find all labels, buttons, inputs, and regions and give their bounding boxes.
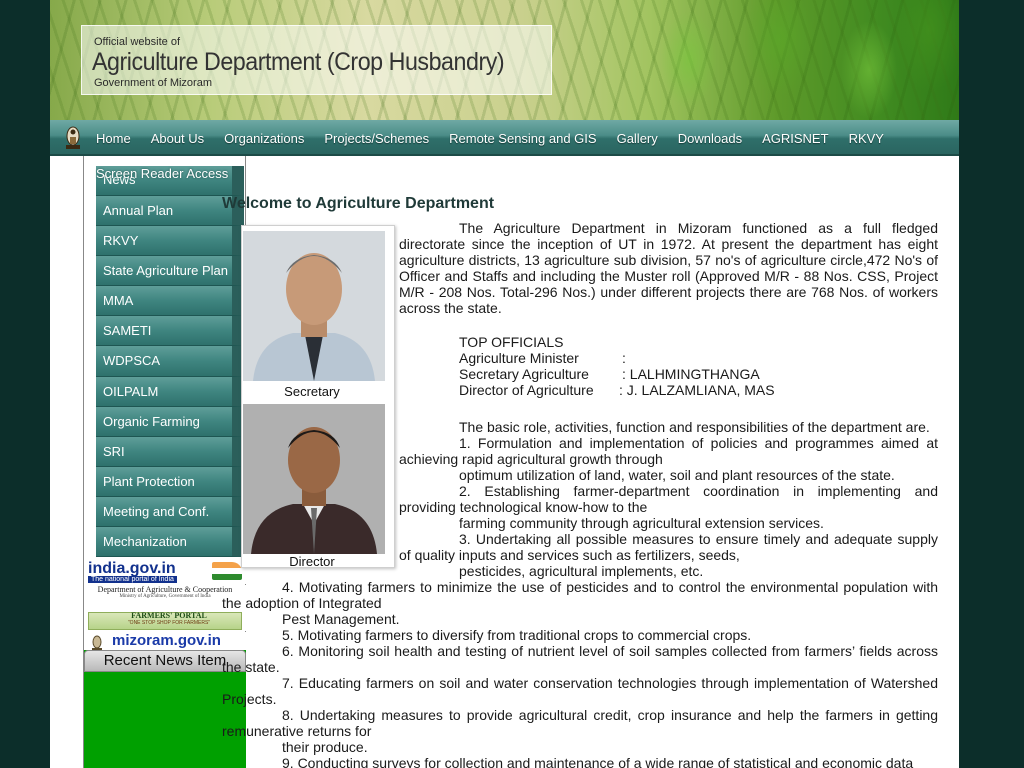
intro-text: The Agriculture Department in Mizoram fu… [399, 220, 938, 316]
header-banner: Official website of Agriculture Departme… [50, 0, 959, 120]
role-7-text: 7. Educating farmers on soil and water c… [222, 675, 938, 707]
official-role: Agriculture Minister [459, 350, 579, 366]
farmers-portal-logo-text: FARMERS' PORTAL [131, 611, 207, 620]
role-1: 1. Formulation and implementation of pol… [399, 435, 938, 467]
nav-about-us[interactable]: About Us [141, 131, 214, 146]
official-row-secretary: Secretary Agriculture : LALHMINGTHANGA [459, 366, 760, 382]
role-4-cont: Pest Management. [282, 611, 400, 627]
nav-organizations[interactable]: Organizations [214, 131, 314, 146]
mizoram-gov-logo-text: mizoram.gov.in [112, 632, 221, 649]
site-title: Agriculture Department (Crop Husbandry) [92, 48, 505, 76]
official-role: Secretary Agriculture [459, 366, 589, 382]
official-row-director: Director of Agriculture : J. LALZAMLIANA,… [459, 382, 775, 398]
role-8: 8. Undertaking measures to provide agric… [222, 707, 938, 739]
farmers-portal-logo-sub: "ONE STOP SHOP FOR FARMERS" [127, 620, 211, 626]
official-name: : [622, 350, 626, 366]
role-9-text: 9. Conducting surveys for collection and… [282, 755, 914, 768]
role-4: 4. Motivating farmers to minimize the us… [222, 579, 938, 611]
nav-downloads[interactable]: Downloads [668, 131, 752, 146]
page-title: Welcome to Agriculture Department [222, 195, 495, 212]
official-name: : J. LALZAMLIANA, MAS [619, 382, 775, 398]
nav-agrisnet[interactable]: AGRISNET [752, 131, 838, 146]
site-subtitle-top: Official website of [94, 36, 181, 48]
nav-gallery[interactable]: Gallery [607, 131, 668, 146]
nav-remote-sensing-gis[interactable]: Remote Sensing and GIS [439, 131, 606, 146]
roles-intro: The basic role, activities, function and… [459, 419, 930, 435]
main-content: Welcome to Agriculture Department The Ag… [222, 196, 938, 768]
role-5: 5. Motivating farmers to diversify from … [282, 627, 752, 643]
nav-home[interactable]: Home [86, 131, 141, 146]
role-8-text: 8. Undertaking measures to provide agric… [222, 707, 938, 739]
role-6: 6. Monitoring soil health and testing of… [222, 643, 938, 675]
role-6-text: 6. Monitoring soil health and testing of… [222, 643, 938, 675]
role-2: 2. Establishing farmer-department coordi… [399, 483, 938, 515]
role-2-text: 2. Establishing farmer-department coordi… [399, 483, 938, 515]
intro-paragraph: The Agriculture Department in Mizoram fu… [399, 220, 938, 316]
page-container: Official website of Agriculture Departme… [50, 0, 959, 768]
officials-heading: TOP OFFICIALS [459, 334, 564, 350]
role-1-text: 1. Formulation and implementation of pol… [399, 435, 938, 467]
role-9: 9. Conducting surveys for collection and… [222, 755, 938, 768]
screen-reader-access-link[interactable]: Screen Reader Access [96, 166, 228, 181]
nav-projects-schemes[interactable]: Projects/Schemes [314, 131, 439, 146]
official-name: : LALHMINGTHANGA [622, 366, 760, 382]
state-emblem-icon [66, 126, 80, 149]
role-3-cont: pesticides, agricultural implements, etc… [459, 563, 704, 579]
official-row-minister: Agriculture Minister: [459, 350, 626, 366]
role-2-cont: farming community through agricultural e… [459, 515, 824, 531]
role-1-cont: optimum utilization of land, water, soil… [459, 467, 895, 483]
main-nav: Home About Us Organizations Projects/Sch… [50, 120, 959, 156]
site-subtitle-bottom: Government of Mizoram [94, 77, 212, 89]
role-7: 7. Educating farmers on soil and water c… [222, 675, 938, 707]
site-title-box: Official website of Agriculture Departme… [81, 25, 552, 95]
nav-rkvy[interactable]: RKVY [839, 131, 894, 146]
role-3-text: 3. Undertaking all possible measures to … [399, 531, 938, 563]
india-gov-logo-sub: The national portal of India [88, 576, 177, 583]
official-role: Director of Agriculture [459, 382, 594, 398]
crop-field-image [659, 0, 959, 120]
role-8-cont: their produce. [282, 739, 368, 755]
role-4-text: 4. Motivating farmers to minimize the us… [222, 579, 938, 611]
role-3: 3. Undertaking all possible measures to … [399, 531, 938, 563]
